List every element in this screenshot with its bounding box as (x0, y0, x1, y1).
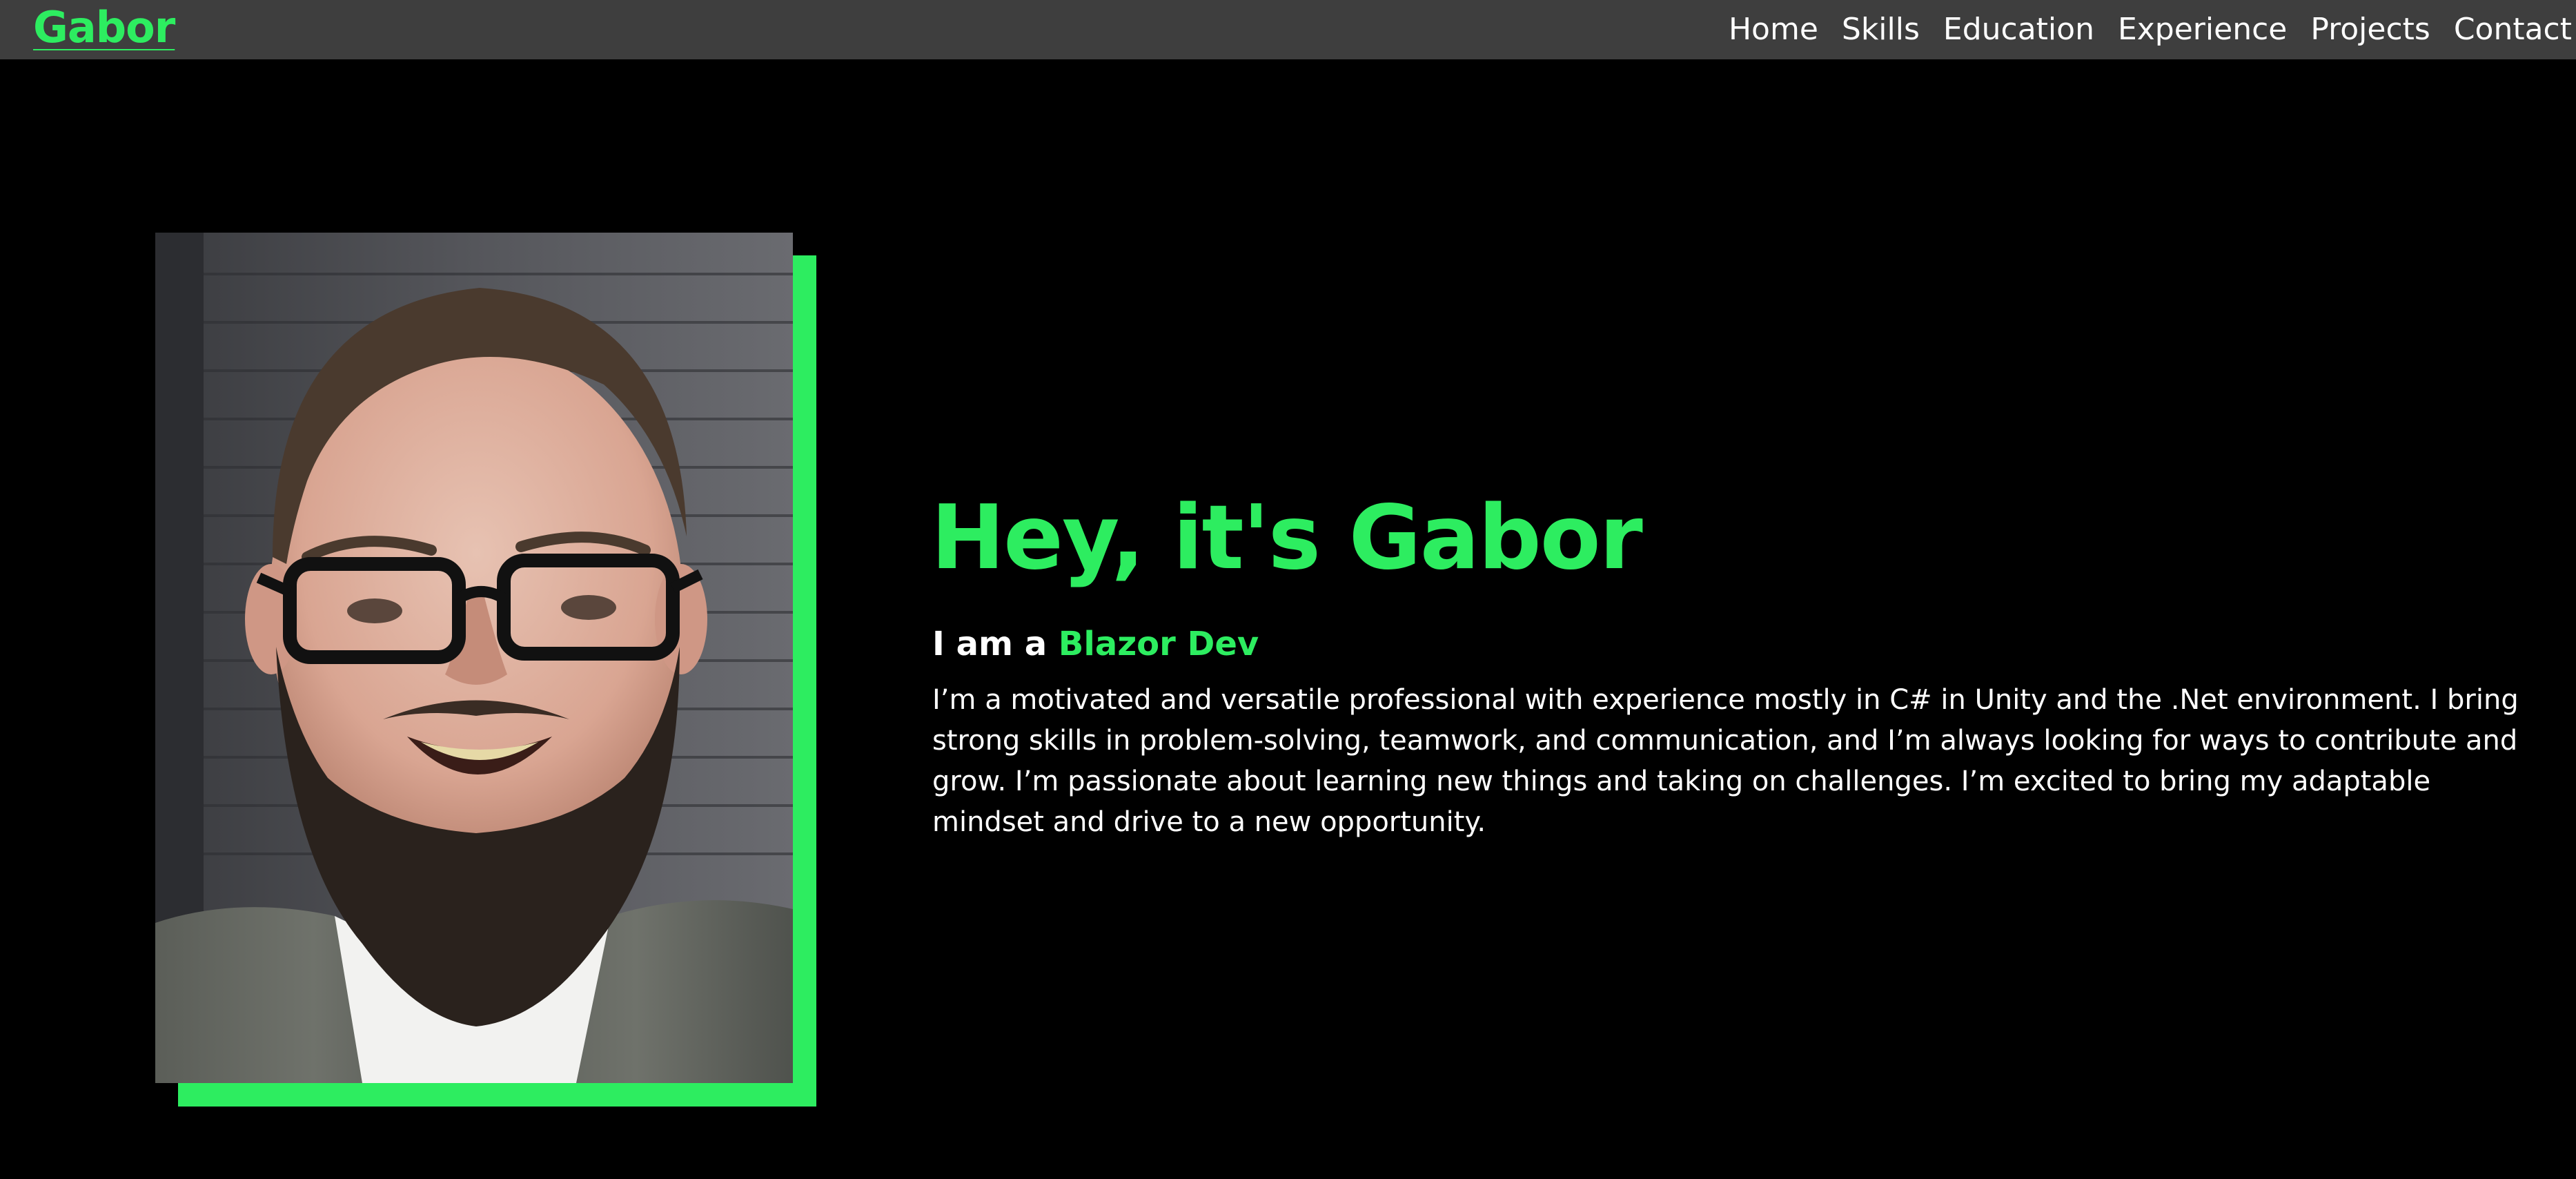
nav-link-skills[interactable]: Skills (1842, 2, 1920, 57)
nav-link-projects[interactable]: Projects (2310, 2, 2430, 57)
hero-role: Blazor Dev (1058, 625, 1259, 663)
nav-link-home[interactable]: Home (1729, 2, 1818, 57)
nav-link-contact[interactable]: Contact (2454, 2, 2572, 57)
top-navbar: Gabor Home Skills Education Experience P… (0, 0, 2576, 59)
brand-logo-link[interactable]: Gabor (33, 0, 175, 59)
hero-description: I’m a motivated and versatile profession… (932, 684, 2519, 838)
hero-title: Hey, it's Gabor (931, 487, 1643, 590)
nav-link-education[interactable]: Education (1943, 2, 2094, 57)
profile-photo (155, 233, 793, 1083)
hero-subtitle-prefix: I am a (932, 625, 1059, 663)
nav-links: Home Skills Education Experience Project… (1729, 0, 2572, 59)
nav-link-experience[interactable]: Experience (2118, 2, 2287, 57)
hero-subtitle: I am a Blazor Dev (932, 621, 1259, 667)
